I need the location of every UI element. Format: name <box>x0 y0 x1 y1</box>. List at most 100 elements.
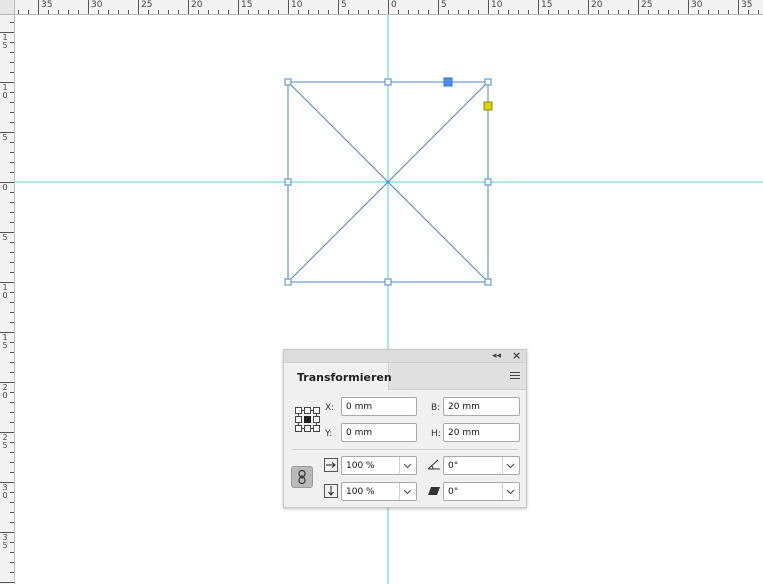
collapse-panel-icon[interactable]: ◂◂ <box>492 351 501 361</box>
ruler-tick <box>378 10 379 14</box>
ruler-tick <box>10 412 14 413</box>
ruler-tick <box>548 10 549 14</box>
corner-options-handle[interactable] <box>483 101 493 111</box>
handle-top-right[interactable] <box>484 78 492 86</box>
ruler-tick <box>10 502 14 503</box>
handle-middle-left[interactable] <box>284 178 292 186</box>
x-label: X: <box>325 403 335 413</box>
ruler-tick <box>88 0 89 14</box>
chevron-down-icon[interactable] <box>502 457 519 474</box>
ruler-tick <box>10 112 14 113</box>
ruler-tick <box>158 10 159 14</box>
ruler-tick <box>28 10 29 14</box>
scale-y-icon <box>324 484 338 498</box>
ruler-tick <box>168 10 169 14</box>
handle-middle-right[interactable] <box>484 178 492 186</box>
ruler-tick <box>648 10 649 14</box>
ruler-tick <box>10 552 14 553</box>
ruler-tick <box>598 10 599 14</box>
ruler-tick <box>10 352 14 353</box>
ruler-tick <box>458 10 459 14</box>
ruler-tick <box>10 462 14 463</box>
ruler-tick <box>98 10 99 14</box>
content-grabber-handle[interactable] <box>443 77 453 87</box>
close-panel-icon[interactable]: × <box>512 350 521 362</box>
ruler-tick <box>10 302 14 303</box>
ruler-tick <box>668 10 669 14</box>
chevron-down-icon[interactable] <box>399 483 416 500</box>
ruler-tick <box>288 0 289 14</box>
ruler-label: 20 <box>2 383 8 400</box>
ruler-label: 10 <box>491 0 503 10</box>
scale-x-icon <box>324 458 338 472</box>
panel-titlebar[interactable]: ◂◂ × <box>284 350 526 363</box>
handle-bottom-right[interactable] <box>484 278 492 286</box>
ruler-tick <box>58 10 59 14</box>
horizontal-ruler[interactable]: 35 30 25 20 15 10 5 0 5 10 15 20 25 30 35 <box>0 0 763 15</box>
ruler-tick <box>638 0 639 14</box>
ruler-tick <box>418 10 419 14</box>
height-field[interactable]: 20 mm <box>443 423 520 442</box>
ruler-tick <box>10 272 14 273</box>
ruler-tick <box>128 10 129 14</box>
ruler-label: 10 <box>2 283 8 300</box>
ruler-label: 15 <box>241 0 253 10</box>
ruler-tick <box>138 0 139 14</box>
ruler-tick <box>248 10 249 14</box>
constrain-proportions-button[interactable] <box>291 466 313 488</box>
ruler-tick <box>10 312 14 313</box>
panel-menu-icon[interactable] <box>510 372 520 381</box>
ruler-tick <box>368 10 369 14</box>
ruler-tick <box>688 0 689 14</box>
ruler-tick <box>10 262 14 263</box>
transform-panel: ◂◂ × Transformieren X: 0 mm Y: 0 mm B: 2… <box>283 349 527 508</box>
handle-bottom-center[interactable] <box>384 278 392 286</box>
handle-top-left[interactable] <box>284 78 292 86</box>
x-position-value: 0 mm <box>346 402 373 412</box>
ruler-tick <box>10 512 14 513</box>
ruler-tick <box>618 10 619 14</box>
x-position-field[interactable]: 0 mm <box>341 397 417 416</box>
reference-point-icon[interactable] <box>295 407 321 433</box>
ruler-tick <box>448 10 449 14</box>
ruler-tick <box>208 10 209 14</box>
width-field[interactable]: 20 mm <box>443 397 520 416</box>
ruler-tick <box>698 10 699 14</box>
shear-value: 0° <box>448 487 459 497</box>
ruler-label: 5 <box>2 133 8 142</box>
rotation-dropdown[interactable]: 0° <box>443 456 520 475</box>
chevron-down-icon[interactable] <box>399 457 416 474</box>
y-position-field[interactable]: 0 mm <box>341 423 417 442</box>
ruler-label: 5 <box>341 0 347 10</box>
ruler-tick <box>78 10 79 14</box>
ruler-label: 35 <box>741 0 753 10</box>
handle-bottom-left[interactable] <box>284 278 292 286</box>
ruler-tick <box>738 0 739 14</box>
ruler-tick <box>508 10 509 14</box>
ruler-tick <box>308 10 309 14</box>
scale-x-dropdown[interactable]: 100 % <box>341 456 417 475</box>
scale-y-dropdown[interactable]: 100 % <box>341 482 417 501</box>
ruler-label: 25 <box>2 433 8 450</box>
ruler-tick <box>0 582 14 583</box>
ruler-origin-corner[interactable] <box>0 0 15 15</box>
ruler-tick <box>628 10 629 14</box>
ruler-tick <box>10 102 14 103</box>
y-label: Y: <box>325 429 333 439</box>
ruler-tick <box>198 10 199 14</box>
ruler-tick <box>10 562 14 563</box>
chevron-down-icon[interactable] <box>502 483 519 500</box>
ruler-tick <box>10 492 14 493</box>
ruler-tick <box>498 10 499 14</box>
ruler-tick <box>48 10 49 14</box>
ruler-tick <box>10 252 14 253</box>
vertical-ruler[interactable]: 15 10 5 0 5 10 15 20 25 30 35 <box>0 0 15 584</box>
shear-dropdown[interactable]: 0° <box>443 482 520 501</box>
ruler-tick <box>10 62 14 63</box>
panel-tabbar: Transformieren <box>284 363 526 390</box>
ruler-tick <box>258 10 259 14</box>
handle-top-center[interactable] <box>384 78 392 86</box>
ruler-tick <box>358 10 359 14</box>
tab-transformieren[interactable]: Transformieren <box>284 363 392 390</box>
ruler-tick <box>10 572 14 573</box>
